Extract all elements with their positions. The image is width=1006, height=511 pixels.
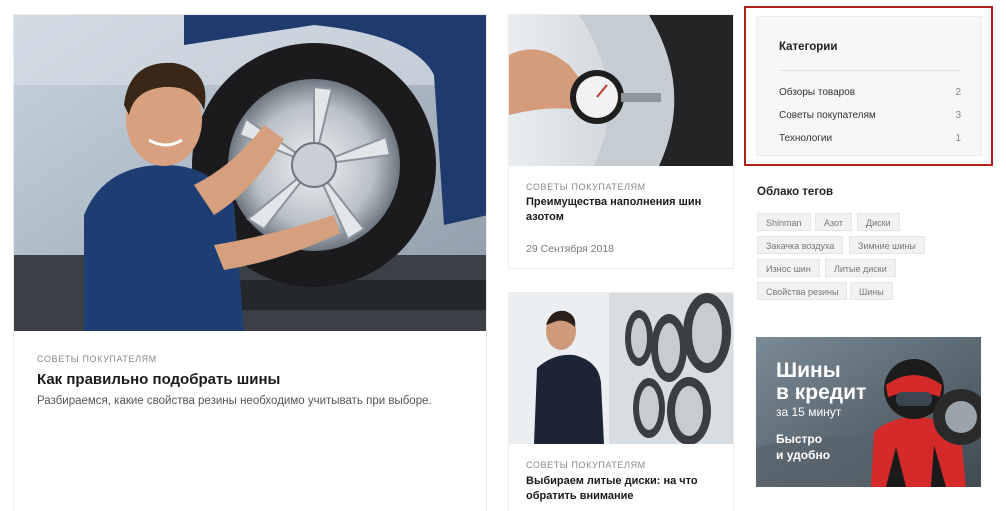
post-card[interactable]: СОВЕТЫ ПОКУПАТЕЛЯМ Преимущества наполнен… xyxy=(508,14,734,269)
post-card[interactable]: СОВЕТЫ ПОКУПАТЕЛЯМ Выбираем литые диски:… xyxy=(508,292,734,511)
category-count: 2 xyxy=(955,87,961,98)
category-count: 1 xyxy=(955,133,961,144)
post-title[interactable]: Как правильно подобрать шины xyxy=(37,370,280,390)
credit-banner[interactable]: Шины в кредит за 15 минут Быстро и удобн… xyxy=(756,337,981,487)
category-count: 3 xyxy=(955,110,961,121)
tag-link[interactable]: Закачка воздуха xyxy=(757,236,844,254)
tag-link[interactable]: Износ шин xyxy=(757,259,820,277)
post-category[interactable]: СОВЕТЫ ПОКУПАТЕЛЯМ xyxy=(526,460,646,470)
banner-line: Быстро xyxy=(776,432,823,446)
category-label[interactable]: Технологии xyxy=(779,133,832,144)
banner-line: и удобно xyxy=(776,448,831,462)
post-category[interactable]: СОВЕТЫ ПОКУПАТЕЛЯМ xyxy=(37,354,157,364)
categories-widget: Категории Обзоры товаров 2 Советы покупа… xyxy=(744,6,993,166)
post-category[interactable]: СОВЕТЫ ПОКУПАТЕЛЯМ xyxy=(526,182,646,192)
tag-link[interactable]: Зимние шины xyxy=(849,236,925,254)
post-image-pressure-gauge[interactable] xyxy=(509,15,733,166)
banner-line: за 15 минут xyxy=(776,405,842,419)
tag-link[interactable]: Диски xyxy=(857,213,900,231)
tag-link[interactable]: Азот xyxy=(815,213,852,231)
category-item[interactable]: Технологии 1 xyxy=(779,133,961,144)
category-label[interactable]: Обзоры товаров xyxy=(779,87,855,98)
divider xyxy=(779,70,961,71)
category-item[interactable]: Советы покупателям 3 xyxy=(779,110,961,121)
post-card-large[interactable]: СОВЕТЫ ПОКУПАТЕЛЯМ Как правильно подобра… xyxy=(13,14,487,511)
post-title[interactable]: Выбираем литые диски: на что обратить вн… xyxy=(526,474,716,504)
post-image-mechanic-tire[interactable] xyxy=(14,15,486,331)
post-date: 29 Сентября 2018 xyxy=(526,243,615,255)
category-label[interactable]: Советы покупателям xyxy=(779,110,876,121)
banner-line: в кредит xyxy=(776,381,867,404)
post-description: Разбираемся, какие свойства резины необх… xyxy=(37,395,432,407)
categories-title: Категории xyxy=(779,41,838,53)
tag-link[interactable]: Свойства резины xyxy=(757,282,848,300)
categories-panel: Категории Обзоры товаров 2 Советы покупа… xyxy=(756,16,982,156)
post-image-alloy-wheels[interactable] xyxy=(509,293,733,444)
tag-link[interactable]: Литые диски xyxy=(825,259,896,277)
tag-cloud-title: Облако тегов xyxy=(757,186,834,198)
category-item[interactable]: Обзоры товаров 2 xyxy=(779,87,961,98)
post-title[interactable]: Преимущества наполнения шин азотом xyxy=(526,195,716,225)
banner-line: Шины xyxy=(776,359,841,382)
tag-link[interactable]: Shinman xyxy=(757,213,811,231)
tag-link[interactable]: Шины xyxy=(850,282,893,300)
